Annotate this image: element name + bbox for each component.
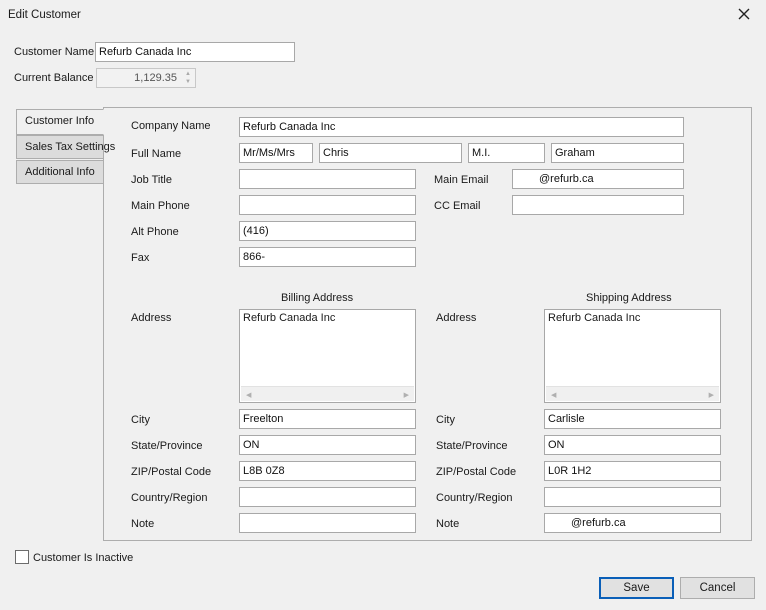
middle-initial-input[interactable]: M.I.: [468, 143, 545, 163]
billing-country-input[interactable]: [239, 487, 416, 507]
alt-phone-label: Alt Phone: [131, 226, 179, 238]
cancel-button[interactable]: Cancel: [680, 577, 755, 599]
shipping-address-text: Refurb Canada Inc: [548, 312, 641, 324]
billing-address-text: Refurb Canada Inc: [243, 312, 336, 324]
chevron-down-icon: ▼: [185, 79, 191, 85]
billing-note-input[interactable]: [239, 513, 416, 533]
main-phone-label: Main Phone: [131, 200, 190, 212]
tab-customer-info[interactable]: Customer Info: [16, 109, 104, 135]
balance-spinner: ▲ ▼: [182, 70, 194, 86]
shipping-city-label: City: [436, 414, 455, 426]
customer-name-label: Customer Name: [14, 46, 95, 58]
job-title-label: Job Title: [131, 174, 172, 186]
main-phone-input[interactable]: [239, 195, 416, 215]
arrow-left-icon[interactable]: ◀: [551, 389, 556, 402]
billing-state-input[interactable]: ON: [239, 435, 416, 455]
arrow-left-icon[interactable]: ◀: [246, 389, 251, 402]
shipping-state-input[interactable]: ON: [544, 435, 721, 455]
shipping-zip-label: ZIP/Postal Code: [436, 466, 517, 478]
fax-input[interactable]: 866-: [239, 247, 416, 267]
shipping-note-label: Note: [436, 518, 460, 530]
current-balance-label: Current Balance: [14, 72, 94, 84]
save-button[interactable]: Save: [599, 577, 674, 599]
shipping-note-input[interactable]: @refurb.ca: [544, 513, 721, 533]
job-title-input[interactable]: [239, 169, 416, 189]
shipping-state-label: State/Province: [436, 440, 508, 452]
close-icon[interactable]: [736, 6, 752, 22]
cc-email-input[interactable]: [512, 195, 684, 215]
current-balance-field: 1,129.35 ▲ ▼: [96, 68, 196, 88]
shipping-country-input[interactable]: [544, 487, 721, 507]
billing-address-scrollbar[interactable]: ◀ ▶: [241, 386, 414, 401]
shipping-address-heading: Shipping Address: [586, 292, 672, 304]
chevron-up-icon: ▲: [185, 71, 191, 77]
last-name-input[interactable]: Graham: [551, 143, 684, 163]
arrow-right-icon[interactable]: ▶: [709, 389, 714, 402]
window-title: Edit Customer: [8, 9, 81, 21]
customer-name-input[interactable]: Refurb Canada Inc: [95, 42, 295, 62]
customer-inactive-label: Customer Is Inactive: [33, 552, 134, 564]
billing-city-label: City: [131, 414, 150, 426]
salutation-input[interactable]: Mr/Ms/Mrs: [239, 143, 313, 163]
billing-note-label: Note: [131, 518, 155, 530]
first-name-input[interactable]: Chris: [319, 143, 462, 163]
full-name-label: Full Name: [131, 148, 182, 160]
tab-sales-tax-settings[interactable]: Sales Tax Settings: [16, 135, 115, 159]
arrow-right-icon[interactable]: ▶: [404, 389, 409, 402]
billing-address-label: Address: [131, 312, 172, 324]
billing-address-heading: Billing Address: [281, 292, 354, 304]
alt-phone-input[interactable]: (416): [239, 221, 416, 241]
shipping-address-label: Address: [436, 312, 477, 324]
customer-inactive-checkbox[interactable]: [15, 550, 29, 564]
tab-additional-info[interactable]: Additional Info: [16, 160, 104, 184]
shipping-zip-input[interactable]: L0R 1H2: [544, 461, 721, 481]
main-email-input[interactable]: @refurb.ca: [512, 169, 684, 189]
billing-zip-label: ZIP/Postal Code: [131, 466, 212, 478]
billing-address-textarea[interactable]: Refurb Canada Inc ◀ ▶: [239, 309, 416, 403]
shipping-address-textarea[interactable]: Refurb Canada Inc ◀ ▶: [544, 309, 721, 403]
shipping-country-label: Country/Region: [436, 492, 513, 504]
billing-country-label: Country/Region: [131, 492, 208, 504]
shipping-address-scrollbar[interactable]: ◀ ▶: [546, 386, 719, 401]
billing-city-input[interactable]: Freelton: [239, 409, 416, 429]
company-name-input[interactable]: Refurb Canada Inc: [239, 117, 684, 137]
billing-zip-input[interactable]: L8B 0Z8: [239, 461, 416, 481]
shipping-city-input[interactable]: Carlisle: [544, 409, 721, 429]
fax-label: Fax: [131, 252, 150, 264]
main-email-label: Main Email: [434, 174, 489, 186]
company-name-label: Company Name: [131, 120, 211, 132]
billing-state-label: State/Province: [131, 440, 203, 452]
cc-email-label: CC Email: [434, 200, 481, 212]
current-balance-value: 1,129.35: [134, 72, 177, 84]
